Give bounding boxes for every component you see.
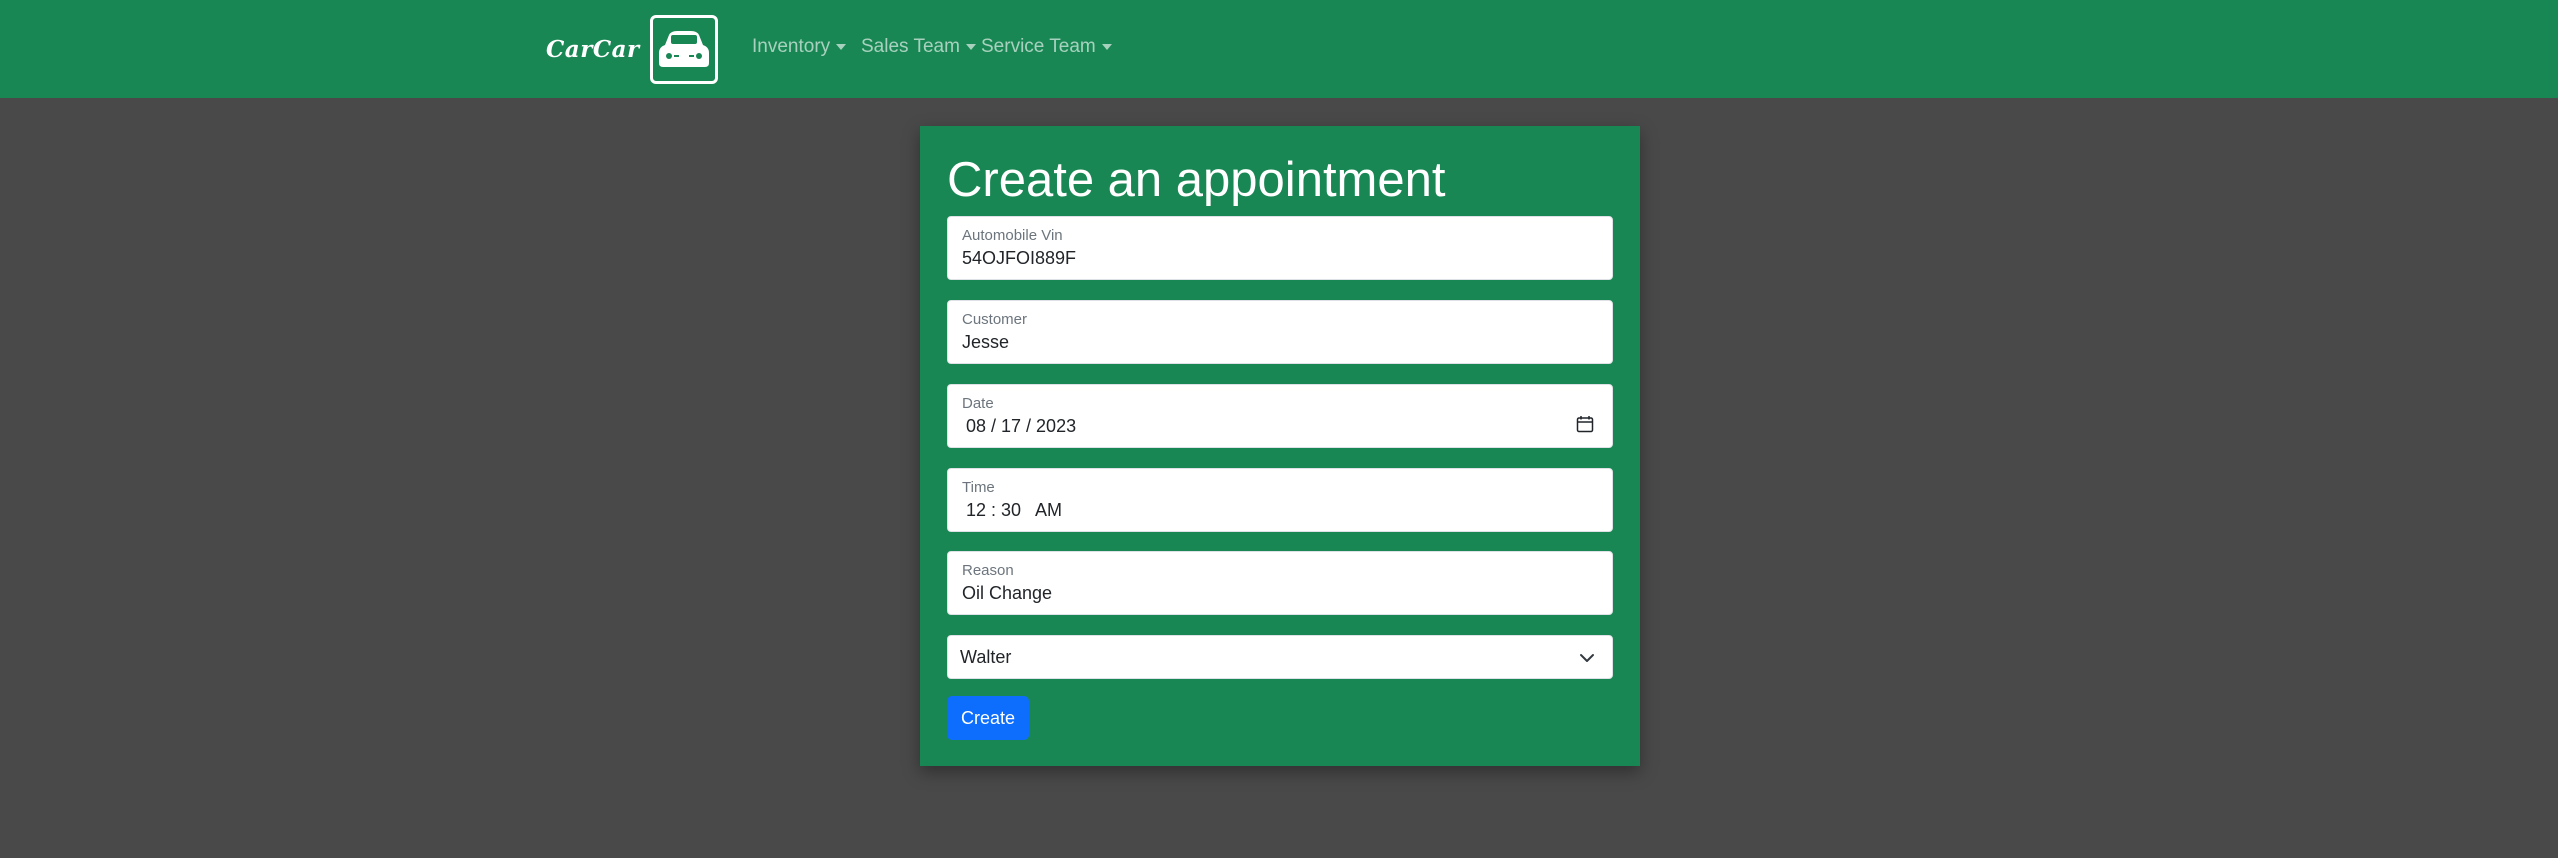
time-field[interactable]: Time 12 : 30 AM [947, 468, 1613, 532]
nav-service-team-label: Service Team [981, 36, 1096, 57]
navbar: CarCar Inventory Sales Team Service Team [0, 0, 2558, 98]
nav-service-team-dropdown[interactable]: Service Team [981, 36, 1112, 58]
nav-inventory-dropdown[interactable]: Inventory [752, 36, 847, 58]
time-label: Time [962, 479, 995, 496]
customer-value: Jesse [962, 332, 1010, 352]
nav-sales-team-label: Sales Team [861, 36, 960, 57]
calendar-icon[interactable] [1576, 415, 1594, 433]
date-value: 08 / 17 / 2023 [966, 416, 1077, 436]
caret-down-icon [836, 44, 847, 50]
technician-select[interactable]: Walter [947, 635, 1613, 679]
vin-field[interactable]: Automobile Vin 54OJFOI889F [947, 216, 1613, 280]
car-logo-icon [649, 14, 718, 84]
nav-sales-team-dropdown[interactable]: Sales Team [861, 36, 976, 58]
date-label: Date [962, 395, 994, 412]
appointment-form-card: Create an appointment Automobile Vin 54O… [920, 126, 1640, 766]
reason-field[interactable]: Reason Oil Change [947, 551, 1613, 615]
caret-down-icon [1101, 44, 1112, 50]
customer-field[interactable]: Customer Jesse [947, 300, 1613, 364]
reason-value: Oil Change [962, 583, 1053, 603]
caret-down-icon [965, 44, 976, 50]
reason-label: Reason [962, 562, 1014, 579]
page-title: Create an appointment [947, 153, 1446, 207]
vin-label: Automobile Vin [962, 227, 1063, 244]
chevron-down-icon [1580, 654, 1594, 662]
customer-label: Customer [962, 311, 1028, 328]
vin-value: 54OJFOI889F [962, 248, 1077, 268]
time-value: 12 : 30 AM [966, 500, 1063, 520]
nav-inventory-label: Inventory [752, 36, 831, 57]
brand-name: CarCar [546, 35, 640, 63]
brand-link[interactable]: CarCar [546, 14, 718, 84]
date-field[interactable]: Date 08 / 17 / 2023 [947, 384, 1613, 448]
technician-selected-value: Walter [960, 647, 1012, 667]
create-button[interactable]: Create [947, 696, 1029, 740]
